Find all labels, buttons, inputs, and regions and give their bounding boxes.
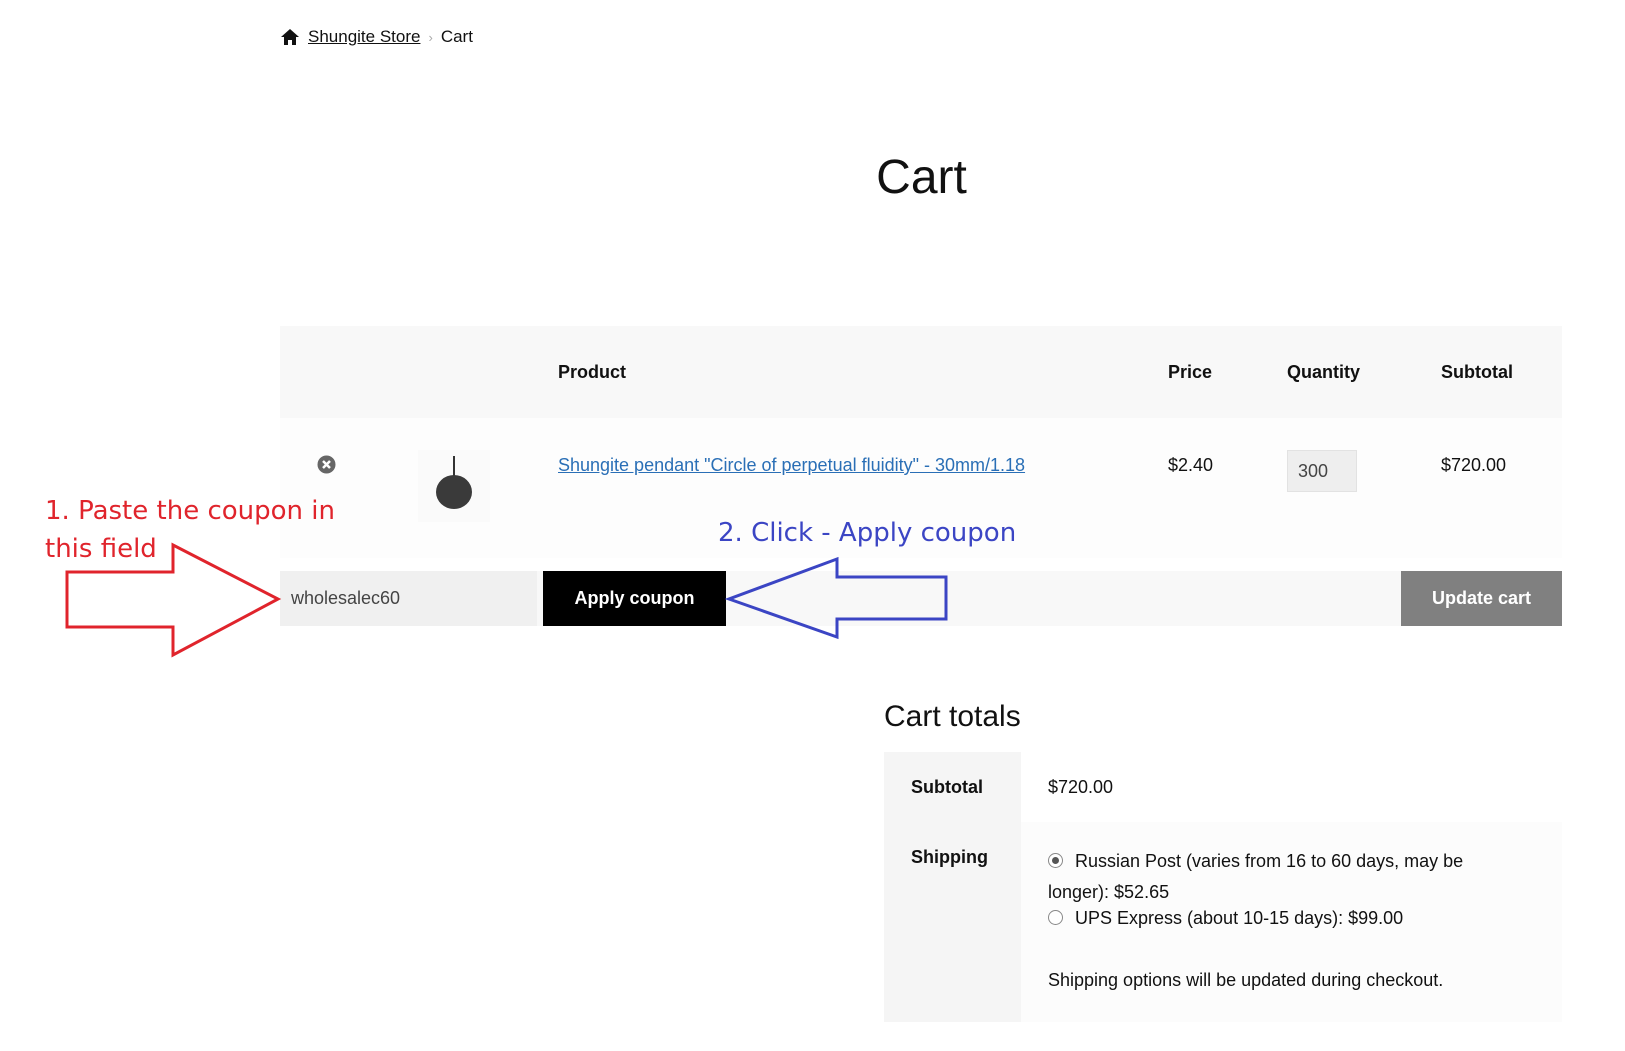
apply-coupon-button[interactable]: Apply coupon	[543, 571, 726, 626]
annotation-step1: 1. Paste the coupon in this field	[45, 496, 335, 564]
header-price: Price	[1168, 362, 1213, 382]
shipping-label: Shipping	[911, 847, 988, 867]
shipping-option-ups[interactable]: UPS Express (about 10-15 days): $99.00	[1048, 908, 1403, 929]
cart-table-header: Product Price Quantity Subtotal	[280, 326, 1562, 418]
remove-item-icon[interactable]	[317, 455, 336, 474]
page-title: Cart	[876, 151, 967, 204]
quantity-input[interactable]: 300	[1287, 450, 1357, 492]
shipping-option-label: UPS Express (about 10-15 days): $99.00	[1075, 908, 1404, 928]
coupon-input[interactable]: wholesalec60	[280, 571, 537, 626]
shipping-option-label: Russian Post (varies from 16 to 60 days,…	[1048, 851, 1464, 902]
product-link[interactable]: Shungite pendant "Circle of perpetual fl…	[558, 455, 1025, 476]
breadcrumb-current: Cart	[440, 27, 473, 46]
update-cart-button[interactable]: Update cart	[1401, 571, 1562, 626]
breadcrumb: Shungite Store › Cart	[280, 27, 473, 47]
subtotal-label: Subtotal	[911, 777, 983, 797]
shipping-label-cell: Shipping	[884, 822, 1021, 1022]
cart-totals-title: Cart totals	[884, 700, 1021, 733]
subtotal: $720.00	[1441, 455, 1507, 475]
annotation-step2: 2. Click - Apply coupon	[718, 518, 1017, 548]
shipping-option-russian-post[interactable]: Russian Post (varies from 16 to 60 days,…	[1048, 846, 1518, 908]
home-icon[interactable]	[280, 28, 300, 46]
header-product: Product	[558, 362, 627, 382]
subtotal-value: $720.00	[1048, 777, 1114, 797]
radio-selected-icon[interactable]	[1048, 852, 1063, 868]
subtotal-label-cell: Subtotal	[884, 752, 1021, 822]
header-quantity: Quantity	[1287, 362, 1361, 382]
radio-icon[interactable]	[1048, 909, 1063, 925]
breadcrumb-separator: ›	[428, 29, 433, 45]
breadcrumb-home-link[interactable]: Shungite Store	[308, 27, 420, 47]
header-subtotal: Subtotal	[1441, 362, 1513, 382]
shipping-note: Shipping options will be updated during …	[1048, 970, 1444, 990]
subtotal-value-cell: $720.00	[1021, 752, 1562, 822]
product-thumbnail[interactable]	[418, 450, 490, 522]
shipping-options: Russian Post (varies from 16 to 60 days,…	[1021, 822, 1562, 1022]
price: $2.40	[1168, 455, 1214, 475]
